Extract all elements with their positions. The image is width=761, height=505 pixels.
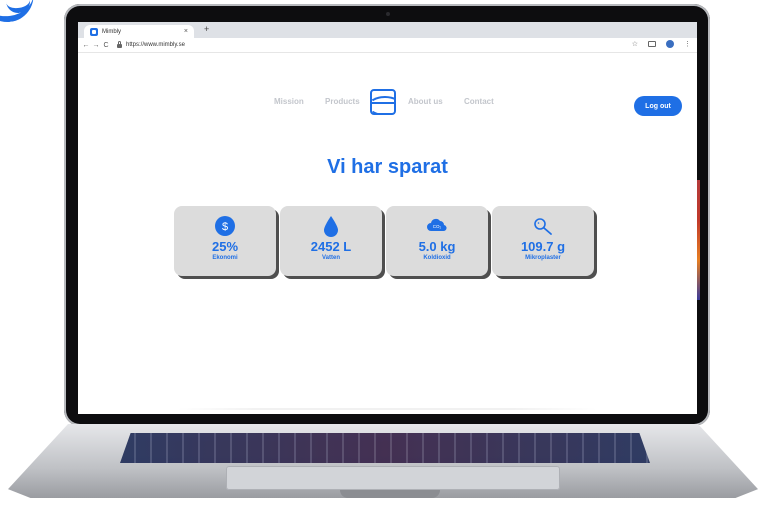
stat-value: 109.7 g [520,239,566,254]
svg-text:$: $ [222,221,228,233]
stat-label: Mikroplaster [525,255,561,261]
tab-title: Mimbly [102,28,121,35]
profile-avatar[interactable] [666,40,674,48]
section-divider [178,408,597,410]
nav-link-products[interactable]: Products [325,97,360,106]
stat-label: Koldioxid [423,255,451,261]
mimbly-logo[interactable] [370,89,396,115]
browser-menu-icon[interactable]: ⋮ [684,40,691,48]
nav-link-mission[interactable]: Mission [274,97,304,106]
laptop-screen: Mimbly × + ← → C https://www.mimbly.se ☆… [78,22,697,414]
water-drop-icon [324,216,338,237]
nav-link-contact[interactable]: Contact [464,97,494,106]
laptop-keyboard [120,433,650,463]
cast-icon[interactable] [648,41,656,47]
stat-value: 25% [211,239,239,254]
nav-link-about-us[interactable]: About us [408,97,443,106]
bookmark-star-icon[interactable]: ☆ [632,40,638,48]
browser-tab[interactable]: Mimbly × [84,25,194,38]
co2-cloud-icon: CO₂ [427,218,447,232]
page-content: Mission Products About us Contact Log ou… [78,53,697,414]
toolbar-actions: ☆ ⋮ [632,40,691,48]
dollar-icon: $ [215,216,235,236]
stat-card-mikroplaster: 109.7 g Mikroplaster [492,206,594,276]
stat-card-vatten: 2452 L Vatten [280,206,382,276]
laptop-trackpad [226,466,560,490]
laptop-notch [340,490,440,498]
page-title: Vi har sparat [327,156,448,178]
new-tab-button[interactable]: + [204,24,209,34]
svg-text:CO₂: CO₂ [433,224,442,229]
stat-label: Ekonomi [212,255,238,261]
lock-icon [117,41,122,48]
mimbly-favicon-icon [90,27,98,36]
logout-button[interactable]: Log out [634,96,682,116]
site-navbar: Mission Products About us Contact Log ou… [78,87,697,117]
browser-toolbar: ← → C https://www.mimbly.se ☆ ⋮ [78,38,697,53]
laptop-camera [386,12,390,16]
stat-card-ekonomi: $ 25% Ekonomi [174,206,276,276]
address-bar[interactable]: https://www.mimbly.se [117,41,185,48]
browser-tabbar: Mimbly × + [78,22,697,38]
back-icon[interactable]: ← [81,42,91,49]
stat-value: 5.0 kg [418,239,456,254]
forward-icon[interactable]: → [91,42,101,49]
stat-value: 2452 L [310,239,352,254]
magnifier-icon [534,218,552,235]
stats-cards: $ 25% Ekonomi 2452 L Vatten CO₂ 5.0 kg K… [174,206,598,278]
stat-label: Vatten [321,255,340,261]
tab-close-icon[interactable]: × [184,28,188,35]
screen-edge-reflection [697,180,700,300]
url-text: https://www.mimbly.se [126,42,185,48]
reload-icon[interactable]: C [101,42,111,49]
stat-card-koldioxid: CO₂ 5.0 kg Koldioxid [386,206,488,276]
